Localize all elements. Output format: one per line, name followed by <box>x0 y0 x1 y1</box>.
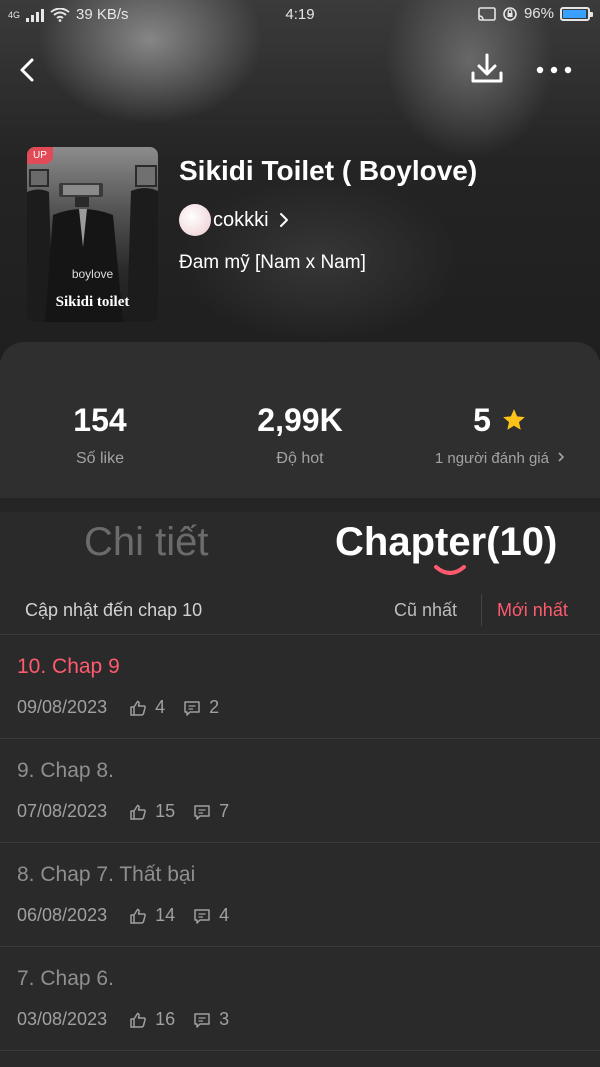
comment-icon <box>194 908 210 924</box>
stat-hot: 2,99K Độ hot <box>200 342 400 468</box>
sort-bar: Cập nhật đến chap 10 Cũ nhất Mới nhất <box>0 588 600 635</box>
thumbs-up-icon <box>130 804 146 820</box>
comment-count: 4 <box>219 905 230 925</box>
stat-rating[interactable]: 5 1 người đánh giá <box>400 342 600 467</box>
chapter-date: 09/08/2023 <box>17 697 108 717</box>
author-avatar <box>179 204 211 236</box>
chapter-item[interactable]: 7. Chap 6. 03/08/2023 16 3 <box>0 947 600 1051</box>
stats-panel: 154 Số like 2,99K Độ hot 5 1 người đánh … <box>0 342 600 498</box>
tab-chapters[interactable]: Chapter(10) <box>335 520 557 565</box>
update-badge: UP <box>27 147 53 164</box>
more-dots-icon <box>536 66 572 74</box>
sort-oldest-button[interactable]: Cũ nhất <box>394 600 457 621</box>
chapter-title: 8. Chap 7. Thất bại <box>17 863 196 886</box>
thumbs-up-icon <box>130 700 146 716</box>
chapter-date: 07/08/2023 <box>17 801 108 821</box>
cover-subtitle: boylove <box>71 267 114 281</box>
comment-icon <box>194 804 210 820</box>
book-title: Sikidi Toilet ( Boylove) <box>179 155 478 186</box>
likes-label: Số like <box>75 450 125 467</box>
chevron-right-icon <box>558 452 565 462</box>
update-status: Cập nhật đến chap 10 <box>25 600 203 620</box>
star-icon <box>503 409 525 430</box>
like-count: 4 <box>155 697 166 717</box>
battery-icon <box>560 6 593 21</box>
back-button[interactable] <box>10 50 50 90</box>
like-count: 16 <box>155 1009 176 1029</box>
stat-likes: 154 Số like <box>0 342 200 468</box>
sort-newest-button[interactable]: Mới nhất <box>497 600 568 621</box>
chapter-date: 06/08/2023 <box>17 905 108 925</box>
comment-count: 2 <box>209 697 220 717</box>
battery-percent: 96% <box>523 5 554 22</box>
book-genre: Đam mỹ [Nam x Nam] <box>179 252 366 273</box>
section-divider <box>0 498 600 512</box>
status-bar: 4G 39 KB/s 4:19 96% <box>0 0 600 30</box>
top-bar <box>0 42 600 96</box>
tab-details[interactable]: Chi tiết <box>84 520 209 565</box>
hot-count: 2,99K <box>257 401 343 438</box>
active-tab-indicator <box>434 565 466 575</box>
rating-label: 1 người đánh giá <box>400 450 600 467</box>
chapter-title: 7. Chap 6. <box>17 967 114 990</box>
rating-value: 5 <box>473 401 491 438</box>
cover-title: Sikidi toilet <box>55 294 130 310</box>
comment-count: 7 <box>219 801 230 821</box>
download-button[interactable] <box>466 48 508 90</box>
chevron-left-icon <box>20 58 34 82</box>
author-name: cokkki <box>213 208 269 231</box>
comment-icon <box>194 1012 210 1028</box>
rating-count-text: 1 người đánh giá <box>434 450 549 467</box>
chapter-date: 03/08/2023 <box>17 1009 108 1029</box>
like-count: 15 <box>155 801 176 821</box>
chapter-item[interactable]: 9. Chap 8. 07/08/2023 15 7 <box>0 739 600 843</box>
divider <box>481 594 482 626</box>
hot-label: Độ hot <box>276 450 324 467</box>
battery-level <box>563 9 587 18</box>
chapter-item[interactable]: 8. Chap 7. Thất bại 06/08/2023 14 4 <box>0 843 600 947</box>
cast-icon <box>478 6 496 21</box>
chapter-item[interactable]: 10. Chap 9 09/08/2023 4 2 <box>0 635 600 739</box>
comment-count: 3 <box>219 1009 230 1029</box>
like-count: 14 <box>155 905 176 925</box>
author-link[interactable]: cokkki <box>179 203 289 237</box>
rotation-lock-icon <box>503 6 517 21</box>
chevron-right-icon <box>279 213 288 227</box>
download-icon <box>471 53 503 83</box>
more-options-button[interactable] <box>532 50 576 90</box>
likes-count: 154 <box>73 401 127 438</box>
chapter-title: 10. Chap 9 <box>17 655 120 678</box>
thumbs-up-icon <box>130 1012 146 1028</box>
chapter-title: 9. Chap 8. <box>17 759 114 782</box>
comment-icon <box>184 700 200 716</box>
tab-bar: Chi tiết Chapter(10) <box>0 512 600 582</box>
book-cover[interactable]: UP boylove Sikidi toilet <box>27 147 158 322</box>
thumbs-up-icon <box>130 908 146 924</box>
